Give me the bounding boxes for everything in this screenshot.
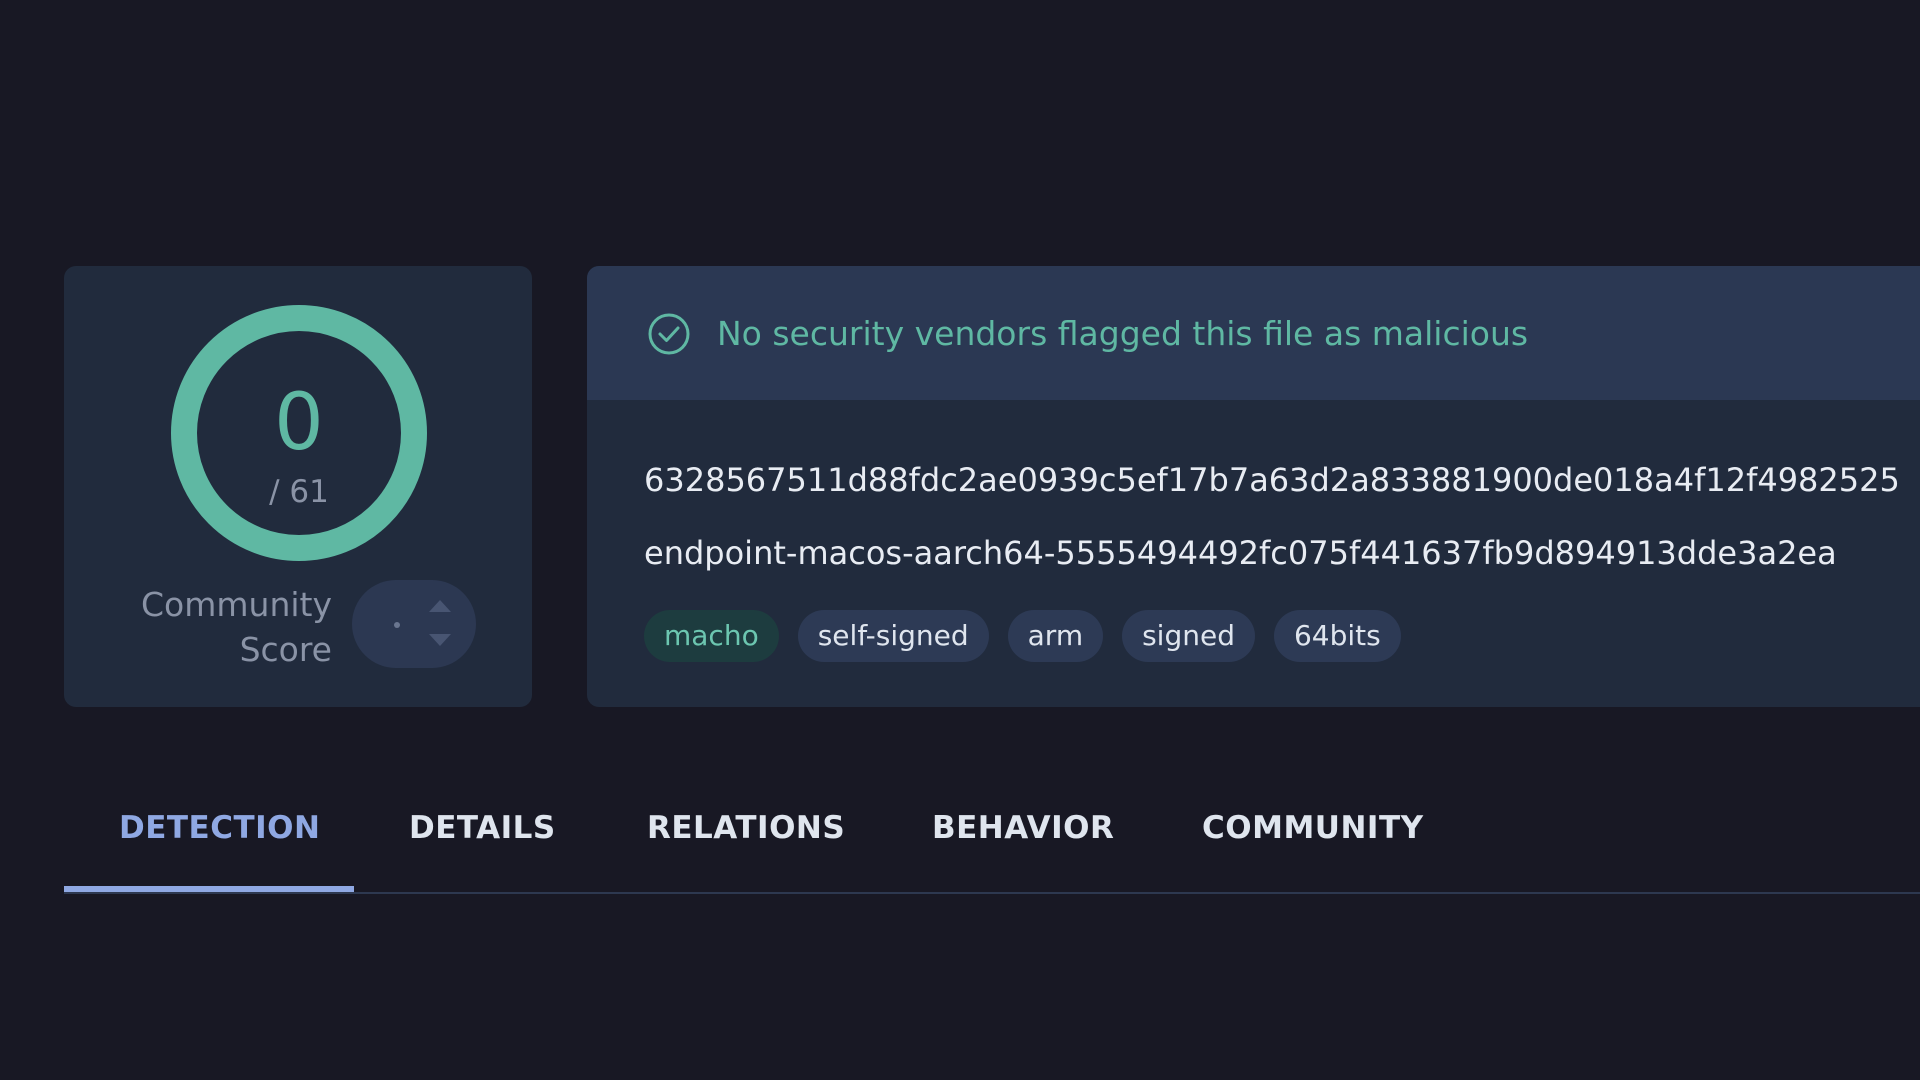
tab-community[interactable]: COMMUNITY: [1202, 790, 1424, 892]
file-tags: macho self-signed arm signed 64bits: [644, 610, 1401, 662]
check-circle-icon: [648, 313, 690, 355]
tag-self-signed[interactable]: self-signed: [797, 610, 989, 662]
tag-64bits[interactable]: 64bits: [1273, 610, 1401, 662]
community-score-label: Community Score: [141, 585, 332, 669]
community-score-dot-icon: [394, 622, 400, 628]
file-hash[interactable]: 6328567511d88fdc2ae0939c5ef17b7a63d2a833…: [644, 458, 1900, 502]
community-vote-control: [352, 580, 476, 668]
file-info-card: No security vendors flagged this file as…: [587, 266, 1920, 707]
report-tabs: DETECTION DETAILS RELATIONS BEHAVIOR COM…: [64, 790, 1920, 894]
tab-details[interactable]: DETAILS: [409, 790, 556, 892]
detection-total: / 61: [269, 474, 329, 510]
detection-score-card: 0 / 61 Community Score: [64, 266, 532, 707]
tab-behavior[interactable]: BEHAVIOR: [932, 790, 1114, 892]
downvote-arrow-icon[interactable]: [429, 634, 451, 646]
detection-count: 0: [274, 378, 324, 468]
file-name[interactable]: endpoint-macos-aarch64-5555494492fc075f4…: [644, 531, 1837, 575]
upvote-arrow-icon[interactable]: [429, 600, 451, 612]
active-tab-indicator: [64, 886, 354, 892]
score-center: 0 / 61: [168, 302, 430, 564]
tag-signed[interactable]: signed: [1122, 610, 1255, 662]
verdict-message: No security vendors flagged this file as…: [717, 314, 1529, 353]
tag-macho[interactable]: macho: [644, 610, 779, 662]
tag-arm[interactable]: arm: [1007, 610, 1104, 662]
verdict-banner: No security vendors flagged this file as…: [587, 266, 1920, 400]
tab-relations[interactable]: RELATIONS: [647, 790, 845, 892]
tab-detection[interactable]: DETECTION: [119, 790, 320, 892]
page: 0 / 61 Community Score No security vendo…: [0, 0, 1920, 1080]
